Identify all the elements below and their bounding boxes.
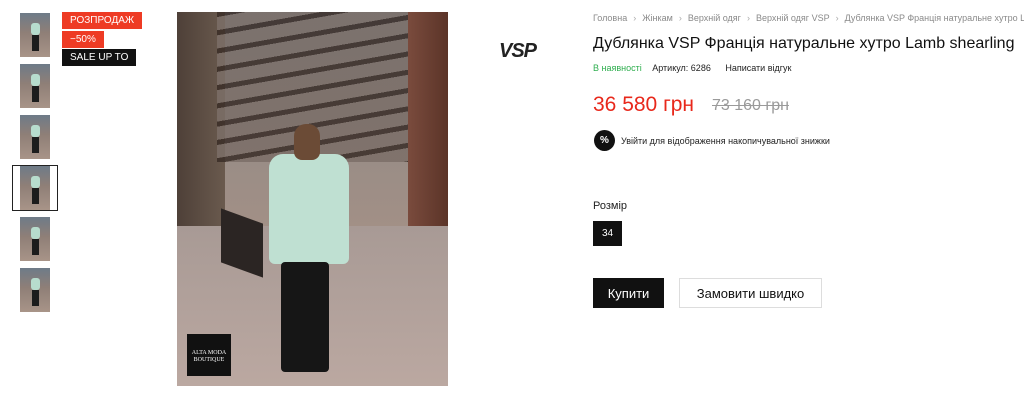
sku-label: Артикул: 6286: [652, 63, 711, 73]
thumbnail-2[interactable]: [12, 63, 58, 109]
thumbnail-image: [20, 268, 50, 312]
thumbnail-image: [20, 166, 50, 210]
product-meta: В наявності Артикул: 6286 Написати відгу…: [593, 63, 791, 73]
thumbnail-6[interactable]: [12, 267, 58, 313]
sale-badge: РОЗПРОДАЖ: [62, 12, 143, 29]
breadcrumb: Головна › Жінкам › Верхній одяг › Верхній одяг…: [593, 13, 1024, 23]
logo-line-2: BOUTIQUE: [193, 357, 225, 363]
thumbnail-image: [20, 217, 50, 261]
old-price: 73 160 грн: [712, 97, 789, 114]
brand-logo[interactable]: VSP: [499, 40, 537, 63]
image-model-head: [294, 124, 320, 160]
image-coat: [269, 154, 349, 264]
image-pants: [281, 262, 329, 372]
boutique-logo: ALTA MODA BOUTIQUE: [187, 334, 231, 376]
discount-badge: −50%: [62, 31, 104, 48]
thumbnail-image: [20, 64, 50, 108]
breadcrumb-outerwear[interactable]: Верхній одяг: [688, 13, 741, 23]
quick-order-button[interactable]: Замовити швидко: [679, 278, 822, 308]
chevron-right-icon: ›: [633, 13, 637, 23]
breadcrumb-outerwear-vsp[interactable]: Верхній одяг VSP: [756, 13, 830, 23]
thumbnail-image: [20, 13, 50, 57]
breadcrumb-current: Дублянка VSP Франція натуральне хутро La…: [844, 13, 1024, 23]
loyalty-discount-note[interactable]: % Увійти для відображення накопичувально…: [594, 130, 830, 151]
chevron-right-icon: ›: [678, 13, 682, 23]
stock-status: В наявності: [593, 63, 642, 73]
breadcrumb-women[interactable]: Жінкам: [642, 13, 673, 23]
thumbnail-4[interactable]: [12, 165, 58, 211]
product-title: Дублянка VSP Франція натуральне хутро La…: [593, 35, 1015, 52]
size-label: Розмір: [593, 200, 628, 212]
percent-icon: %: [594, 130, 615, 151]
buy-button[interactable]: Купити: [593, 278, 664, 308]
chevron-right-icon: ›: [746, 13, 750, 23]
chevron-right-icon: ›: [835, 13, 839, 23]
size-option-34[interactable]: 34: [593, 221, 622, 246]
sale-up-to-badge: SALE UP TO: [62, 49, 137, 66]
thumbnail-1[interactable]: [12, 12, 58, 58]
write-review-link[interactable]: Написати відгук: [725, 63, 791, 73]
main-product-image[interactable]: ALTA MODA BOUTIQUE: [177, 12, 448, 386]
thumbnail-3[interactable]: [12, 114, 58, 160]
thumbnail-image: [20, 115, 50, 159]
logo-line-1: ALTA MODA: [191, 350, 227, 356]
discount-note-text: Увійти для відображення накопичувальної …: [621, 135, 830, 146]
thumbnail-5[interactable]: [12, 216, 58, 262]
current-price: 36 580 грн: [593, 93, 695, 116]
breadcrumb-home[interactable]: Головна: [593, 13, 627, 23]
